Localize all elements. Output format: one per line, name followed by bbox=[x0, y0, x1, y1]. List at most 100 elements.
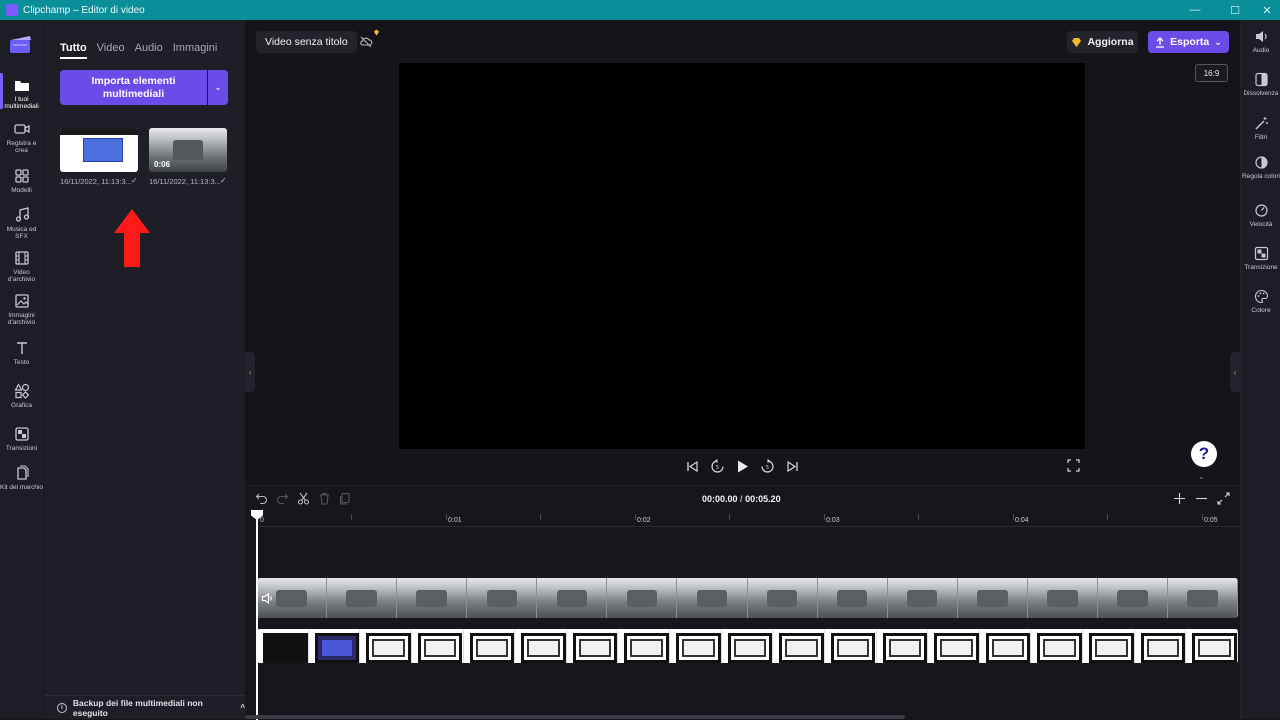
rail-item-speed[interactable]: Velocità bbox=[1241, 203, 1280, 228]
rail-item-graphics[interactable]: Grafica bbox=[0, 383, 43, 409]
rail-item-label: Filtri bbox=[1254, 134, 1268, 141]
rewind-5s-icon[interactable]: 5 bbox=[710, 458, 725, 474]
ruler-tick bbox=[446, 514, 447, 520]
cloud-off-icon[interactable] bbox=[359, 35, 373, 49]
rail-item-stock-video[interactable]: Video d'archivio bbox=[0, 250, 43, 283]
skip-to-end-icon[interactable] bbox=[785, 459, 800, 474]
chevron-down-icon: ⌄ bbox=[214, 82, 222, 92]
window-title: Clipchamp – Editor di video bbox=[23, 4, 145, 16]
timeline-clip-video-1[interactable] bbox=[257, 578, 1238, 618]
video-preview-canvas[interactable] bbox=[399, 63, 1085, 449]
rail-item-label: I tuoi multimediali bbox=[4, 96, 39, 110]
rail-item-filters[interactable]: Filtri bbox=[1241, 116, 1280, 141]
project-title[interactable]: Video senza titolo bbox=[256, 31, 357, 53]
timeline-ruler[interactable]: 0 0:01 0:02 0:03 0:04 0:05 bbox=[257, 513, 1240, 527]
rail-item-brand-kit[interactable]: Kit del marchio bbox=[0, 465, 43, 491]
media-item-thumbnail[interactable]: 0:06 bbox=[149, 128, 227, 172]
tab-audio[interactable]: Audio bbox=[135, 42, 163, 59]
close-button[interactable]: ✕ bbox=[1250, 0, 1280, 20]
chevron-down-icon: ⌄ bbox=[1214, 36, 1222, 47]
clip-frame bbox=[397, 578, 468, 618]
backup-status-bar[interactable]: i Backup dei file multimediali non esegu… bbox=[44, 695, 245, 719]
chevron-down-icon[interactable]: ⌄ bbox=[1198, 472, 1205, 481]
play-icon[interactable] bbox=[735, 459, 750, 474]
properties-rail: Audio Dissolvenza Filtri Regola colori V… bbox=[1240, 20, 1280, 719]
ruler-tick bbox=[635, 514, 636, 520]
zoom-in-icon[interactable] bbox=[1173, 492, 1186, 505]
clip-frame bbox=[824, 629, 877, 663]
clip-frame bbox=[537, 578, 608, 618]
rail-item-record-create[interactable]: Registra e crea bbox=[0, 121, 43, 154]
rail-item-text[interactable]: Testo bbox=[0, 340, 43, 366]
ruler-label: 0:04 bbox=[1015, 517, 1029, 524]
time-separator: / bbox=[740, 494, 743, 504]
fit-timeline-icon[interactable] bbox=[1217, 492, 1230, 505]
media-item-duration: 0:05 bbox=[65, 160, 82, 169]
zoom-out-icon[interactable] bbox=[1195, 492, 1208, 505]
rail-item-transition[interactable]: Transizione bbox=[1241, 246, 1280, 271]
media-item-thumbnail[interactable]: 0:05 bbox=[60, 128, 138, 172]
backup-check-icon: ✓ bbox=[131, 176, 138, 185]
skip-to-start-icon[interactable] bbox=[685, 459, 700, 474]
playhead-line[interactable] bbox=[256, 511, 258, 720]
clip-frame bbox=[1097, 578, 1169, 618]
minimize-button[interactable]: — bbox=[1178, 0, 1212, 20]
clip-frame bbox=[257, 629, 309, 663]
magic-wand-icon bbox=[1255, 117, 1268, 130]
image-icon bbox=[14, 294, 29, 308]
undo-icon[interactable] bbox=[255, 492, 268, 505]
rail-item-label: Velocità bbox=[1249, 221, 1273, 228]
clip-frame bbox=[327, 578, 398, 618]
rail-item-transitions[interactable]: Transizioni bbox=[0, 426, 43, 452]
tab-all[interactable]: Tutto bbox=[60, 42, 87, 59]
rail-item-adjust-colors[interactable]: Regola colori bbox=[1241, 155, 1280, 180]
rail-item-label: Grafica bbox=[11, 402, 32, 409]
scissors-icon[interactable] bbox=[297, 492, 310, 505]
collapse-properties-panel-handle[interactable]: ‹ bbox=[1230, 352, 1240, 392]
delete-icon[interactable] bbox=[318, 492, 331, 505]
tab-video[interactable]: Video bbox=[97, 42, 125, 59]
rail-item-color[interactable]: Colore bbox=[1241, 289, 1280, 314]
rail-item-fade[interactable]: Dissolvenza bbox=[1241, 72, 1280, 97]
ruler-tick bbox=[824, 514, 825, 520]
rail-item-music-sfx[interactable]: Musica ed SFX bbox=[0, 207, 43, 240]
current-time: 00:00.00 bbox=[702, 494, 738, 504]
ruler-tick bbox=[1013, 514, 1014, 520]
help-button[interactable]: ? bbox=[1191, 441, 1217, 467]
media-panel: Tutto Video Audio Immagini Importa eleme… bbox=[44, 20, 245, 719]
import-media-button[interactable]: Importa elementi multimediali bbox=[60, 70, 207, 105]
rail-item-stock-images[interactable]: Immagini d'archivio bbox=[0, 293, 43, 326]
fade-icon bbox=[1254, 72, 1268, 87]
clip-frame bbox=[411, 629, 464, 663]
media-filter-tabs: Tutto Video Audio Immagini bbox=[60, 42, 217, 59]
timeline-horizontal-scrollbar[interactable] bbox=[245, 715, 905, 719]
clip-frame bbox=[747, 578, 818, 618]
rail-item-label: Musica ed SFX bbox=[6, 226, 37, 240]
export-button[interactable]: Esporta ⌄ bbox=[1148, 31, 1229, 53]
folder-icon bbox=[14, 81, 29, 91]
rail-item-label: Colore bbox=[1251, 307, 1271, 314]
ruler-label: 0 bbox=[260, 517, 264, 524]
speaker-icon bbox=[1255, 31, 1267, 42]
redo-icon[interactable] bbox=[276, 492, 289, 505]
rail-item-templates[interactable]: Modelli bbox=[0, 168, 43, 194]
upgrade-button[interactable]: Aggiorna bbox=[1067, 31, 1138, 53]
timeline-clip-video-2[interactable] bbox=[257, 629, 1238, 663]
ruler-tick bbox=[540, 514, 541, 520]
clip-volume-icon[interactable] bbox=[261, 592, 274, 605]
thumbnail-frame-bar bbox=[60, 128, 138, 135]
import-options-dropdown[interactable]: ⌄ bbox=[208, 70, 228, 105]
duplicate-icon[interactable] bbox=[339, 492, 352, 505]
fullscreen-icon[interactable] bbox=[1067, 459, 1080, 472]
rail-item-your-media[interactable]: I tuoi multimediali bbox=[0, 73, 43, 110]
collapse-media-panel-handle[interactable]: ‹ bbox=[245, 352, 255, 392]
aspect-ratio-button[interactable]: 16:9 bbox=[1195, 64, 1228, 82]
rail-item-audio[interactable]: Audio bbox=[1241, 29, 1280, 54]
tab-images[interactable]: Immagini bbox=[173, 42, 218, 59]
clip-frame bbox=[467, 578, 538, 618]
clip-frame bbox=[308, 629, 361, 663]
rail-item-label: Transizioni bbox=[5, 445, 38, 452]
forward-5s-icon[interactable]: 5 bbox=[760, 458, 775, 474]
maximize-button[interactable]: ☐ bbox=[1218, 0, 1252, 20]
ruler-label: 0:01 bbox=[448, 517, 462, 524]
